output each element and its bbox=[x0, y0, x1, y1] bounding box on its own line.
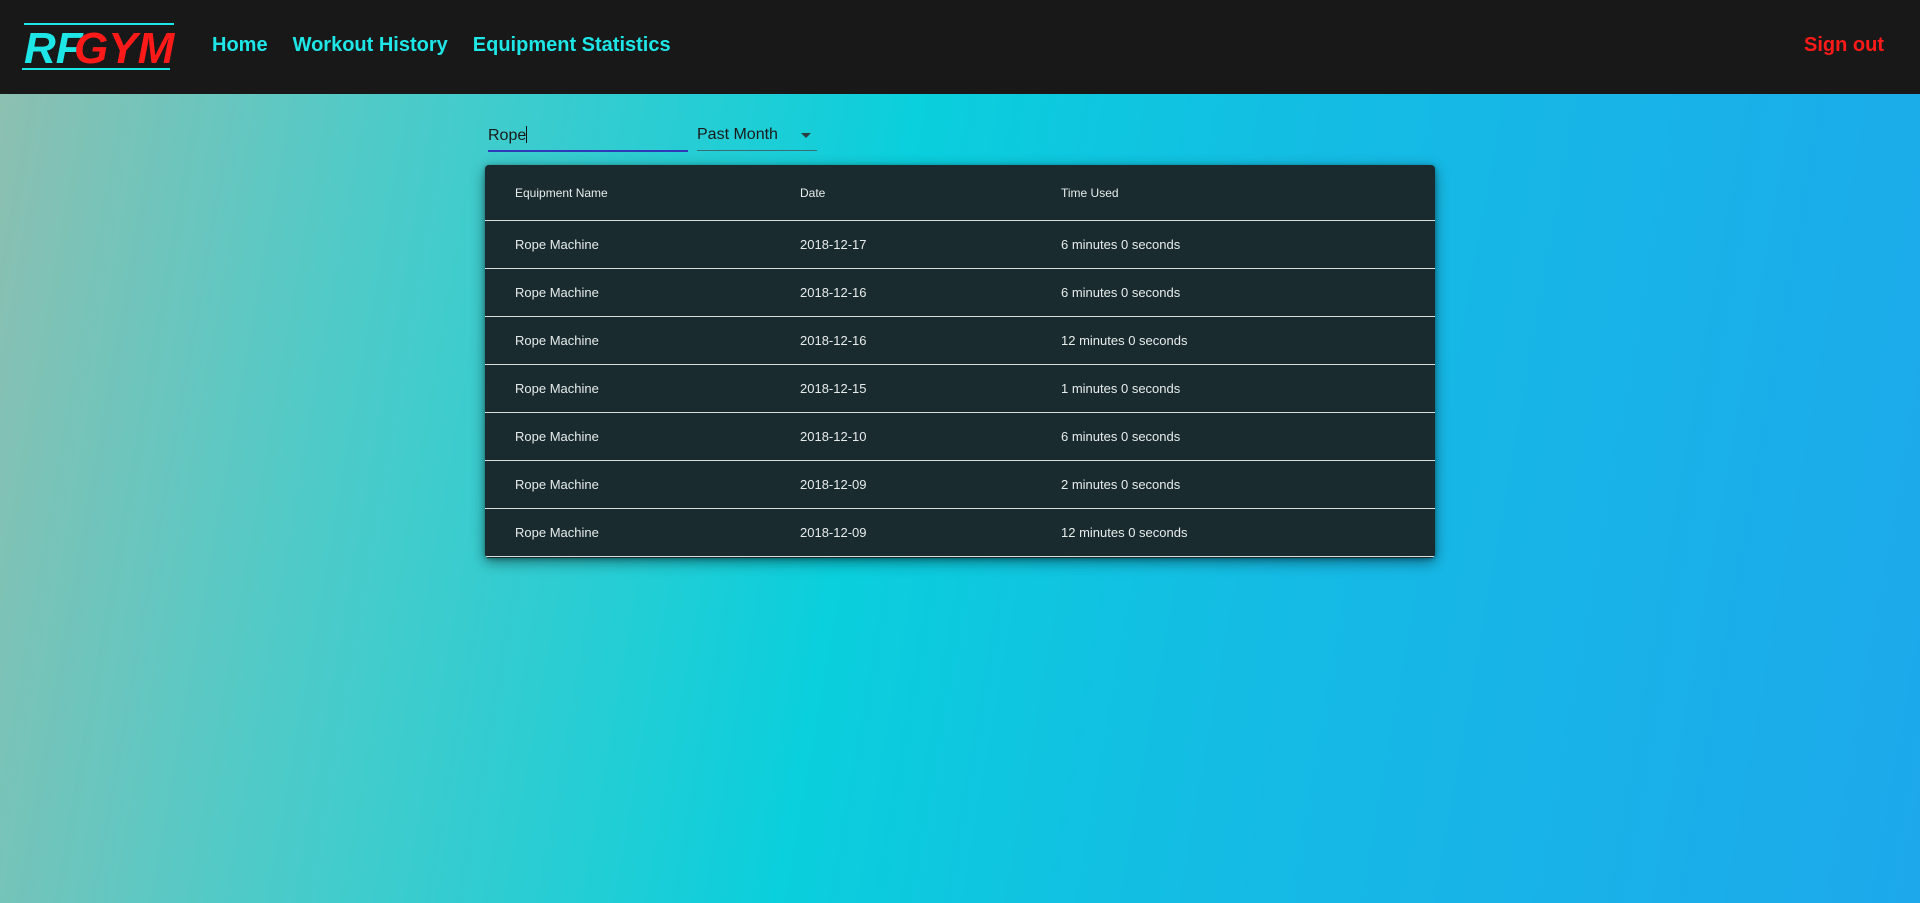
column-header-equipment-name[interactable]: Equipment Name bbox=[485, 165, 800, 221]
table-row: Rope Machine 2018-12-15 1 minutes 0 seco… bbox=[485, 364, 1435, 413]
cell-equipment-name: Rope Machine bbox=[485, 364, 800, 413]
cell-date: 2018-12-15 bbox=[800, 364, 1061, 413]
sign-out-link[interactable]: Sign out bbox=[1804, 34, 1884, 57]
rfgym-logo[interactable]: RF GYM bbox=[22, 22, 176, 72]
cell-date: 2018-12-09 bbox=[800, 508, 1061, 557]
cell-time-used: 6 minutes 0 seconds bbox=[1061, 412, 1435, 461]
table-row: Rope Machine 2018-12-09 2 minutes 0 seco… bbox=[485, 460, 1435, 509]
cell-equipment-name: Rope Machine bbox=[485, 460, 800, 509]
nav-workout-history-link[interactable]: Workout History bbox=[293, 34, 448, 57]
main-nav: Home Workout History Equipment Statistic… bbox=[212, 34, 671, 57]
table-row: Rope Machine 2018-12-16 6 minutes 0 seco… bbox=[485, 268, 1435, 317]
cell-time-used: 6 minutes 0 seconds bbox=[1061, 220, 1435, 269]
nav-home-link[interactable]: Home bbox=[212, 34, 268, 57]
cell-equipment-name: Rope Machine bbox=[485, 316, 800, 365]
search-input-value: Rope bbox=[488, 127, 527, 144]
cell-time-used: 12 minutes 0 seconds bbox=[1061, 508, 1435, 557]
cell-time-used: 1 minutes 0 seconds bbox=[1061, 364, 1435, 413]
equipment-search-input[interactable]: Rope bbox=[488, 120, 688, 152]
equipment-usage-table-card: Equipment Name Date Time Used Rope Machi… bbox=[485, 165, 1435, 558]
cell-time-used: 12 minutes 0 seconds bbox=[1061, 316, 1435, 365]
period-select[interactable]: Past Month bbox=[697, 120, 817, 151]
logo-text-gym: GYM bbox=[74, 24, 176, 72]
cell-equipment-name: Rope Machine bbox=[485, 220, 800, 269]
column-header-date[interactable]: Date bbox=[800, 165, 1061, 221]
table-row: Rope Machine 2018-12-17 6 minutes 0 seco… bbox=[485, 220, 1435, 269]
table-row: Rope Machine 2018-12-10 6 minutes 0 seco… bbox=[485, 412, 1435, 461]
cell-time-used: 2 minutes 0 seconds bbox=[1061, 460, 1435, 509]
nav-equipment-statistics-link[interactable]: Equipment Statistics bbox=[473, 34, 671, 57]
text-cursor bbox=[526, 126, 528, 143]
cell-equipment-name: Rope Machine bbox=[485, 412, 800, 461]
cell-equipment-name: Rope Machine bbox=[485, 508, 800, 557]
cell-date: 2018-12-09 bbox=[800, 460, 1061, 509]
table-header-row: Equipment Name Date Time Used bbox=[485, 165, 1435, 221]
dropdown-arrow-icon bbox=[801, 133, 811, 138]
cell-date: 2018-12-17 bbox=[800, 220, 1061, 269]
equipment-usage-table: Equipment Name Date Time Used Rope Machi… bbox=[485, 165, 1435, 557]
table-row: Rope Machine 2018-12-09 12 minutes 0 sec… bbox=[485, 508, 1435, 557]
table-row: Rope Machine 2018-12-16 12 minutes 0 sec… bbox=[485, 316, 1435, 365]
cell-date: 2018-12-16 bbox=[800, 316, 1061, 365]
cell-date: 2018-12-10 bbox=[800, 412, 1061, 461]
period-select-value: Past Month bbox=[697, 126, 778, 143]
cell-time-used: 6 minutes 0 seconds bbox=[1061, 268, 1435, 317]
cell-date: 2018-12-16 bbox=[800, 268, 1061, 317]
top-navbar: RF GYM Home Workout History Equipment St… bbox=[0, 0, 1920, 94]
cell-equipment-name: Rope Machine bbox=[485, 268, 800, 317]
column-header-time-used[interactable]: Time Used bbox=[1061, 165, 1435, 221]
